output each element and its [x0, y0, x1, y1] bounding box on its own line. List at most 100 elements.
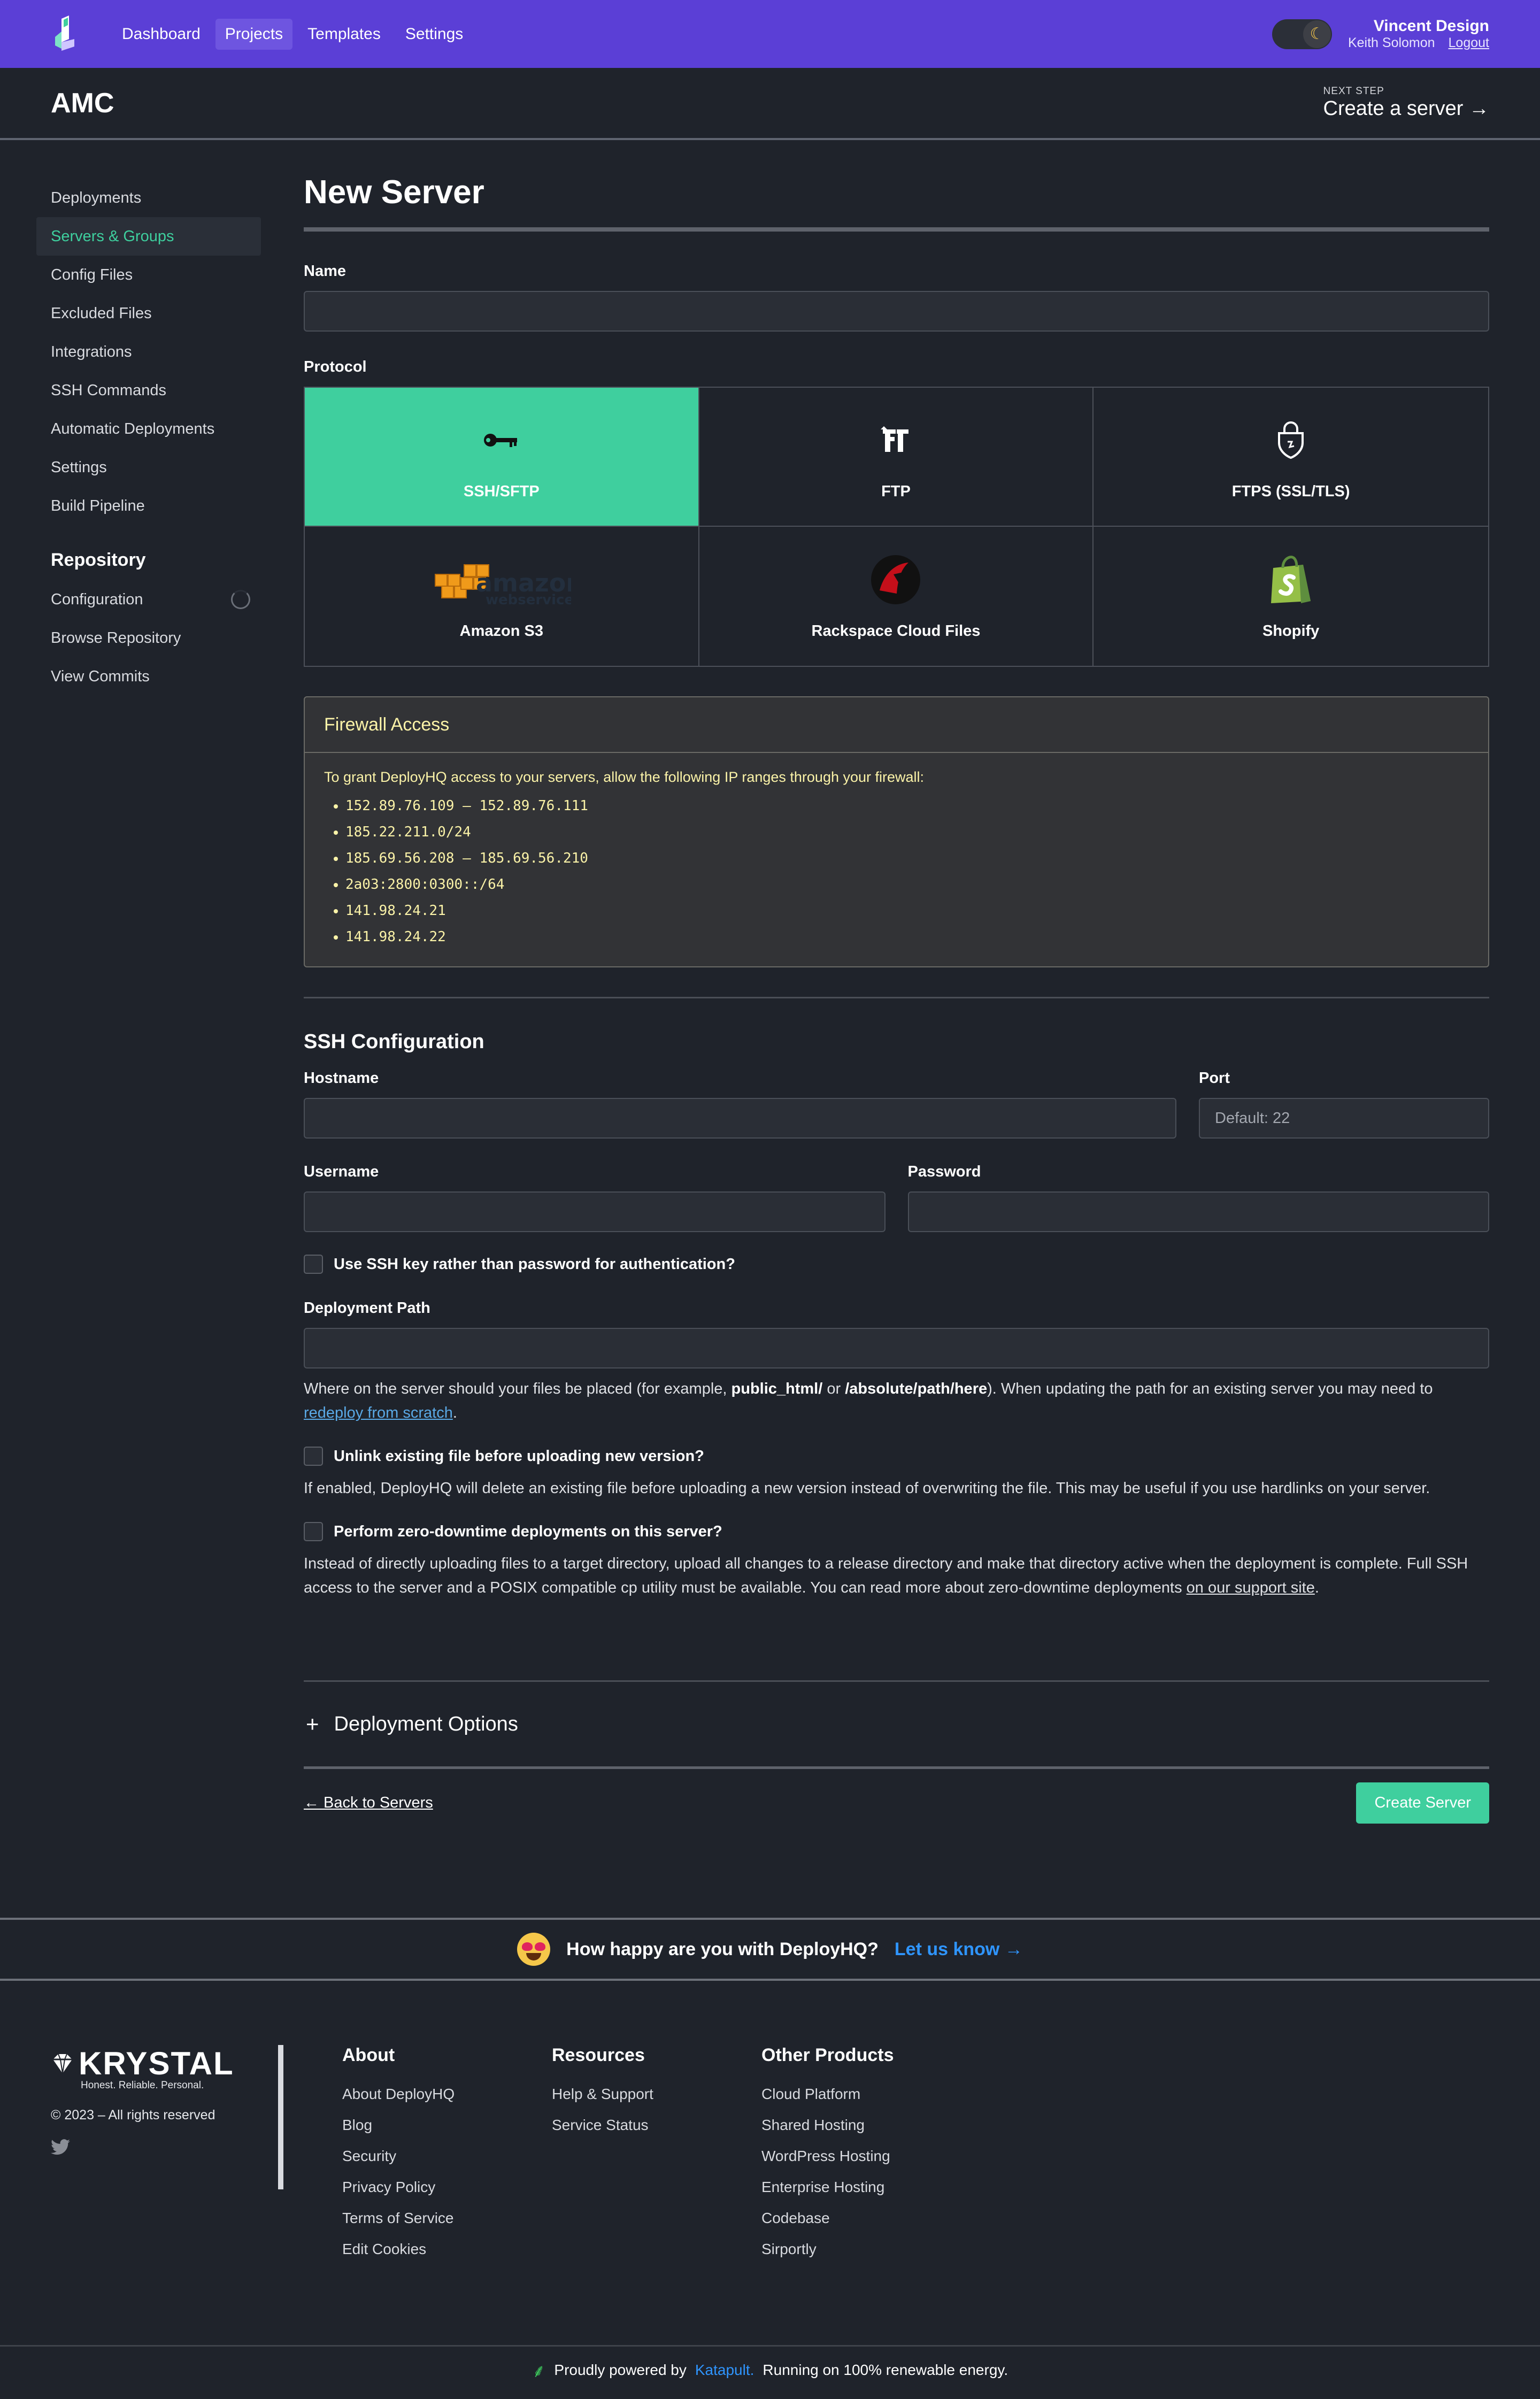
footer-link[interactable]: Blog	[342, 2110, 552, 2141]
footer-col-other-products: Other Products Cloud Platform Shared Hos…	[761, 2045, 971, 2345]
support-site-link[interactable]: on our support site	[1187, 1579, 1315, 1596]
zero-downtime-label: Perform zero-downtime deployments on thi…	[334, 1523, 722, 1540]
renewable-text: Running on 100% renewable energy.	[763, 2361, 1008, 2378]
redeploy-link[interactable]: redeploy from scratch	[304, 1404, 453, 1421]
protocol-amazon-s3[interactable]: amazon webservices Amazon S3	[305, 527, 699, 666]
brand-tagline: Honest. Reliable. Personal.	[81, 2080, 204, 2091]
name-label: Name	[304, 263, 346, 280]
dark-mode-toggle[interactable]: ☾	[1272, 19, 1332, 49]
account-name: Vincent Design	[1373, 17, 1489, 35]
nav-projects[interactable]: Projects	[215, 18, 293, 50]
footer-link[interactable]: Privacy Policy	[342, 2172, 552, 2203]
zero-downtime-checkbox[interactable]	[304, 1522, 323, 1541]
unlink-checkbox[interactable]	[304, 1447, 323, 1466]
protocol-label: Amazon S3	[459, 622, 543, 640]
user-line: Keith Solomon Logout	[1348, 35, 1489, 51]
footer-link[interactable]: Service Status	[552, 2110, 761, 2141]
password-input[interactable]	[907, 1191, 1489, 1232]
deployment-path-input[interactable]	[304, 1328, 1489, 1368]
footer-link[interactable]: Sirportly	[761, 2234, 971, 2265]
name-input[interactable]	[304, 291, 1489, 332]
protocol-rackspace[interactable]: Rackspace Cloud Files	[699, 527, 1094, 666]
sidebar-item-excluded-files[interactable]: Excluded Files	[36, 294, 261, 333]
shield-lock-icon	[1276, 413, 1306, 467]
section-divider	[304, 997, 1489, 998]
port-group: Port	[1199, 1070, 1489, 1139]
footer-link[interactable]: Enterprise Hosting	[761, 2172, 971, 2203]
back-to-servers-link[interactable]: ← Back to Servers	[304, 1794, 433, 1812]
footer-link[interactable]: WordPress Hosting	[761, 2141, 971, 2172]
sidebar-item-deployments[interactable]: Deployments	[36, 179, 261, 217]
krystal-logo[interactable]: KRYSTAL	[51, 2045, 278, 2082]
sidebar-item-settings[interactable]: Settings	[36, 448, 261, 487]
protocol-ftps[interactable]: FTPS (SSL/TLS)	[1094, 388, 1488, 527]
hostname-label: Hostname	[304, 1070, 379, 1087]
deployment-path-label: Deployment Path	[304, 1300, 430, 1317]
feedback-question: How happy are you with DeployHQ?	[566, 1939, 879, 1959]
main-nav: Dashboard Projects Templates Settings	[112, 18, 473, 50]
firewall-title: Firewall Access	[305, 697, 1488, 753]
help-example: public_html/	[731, 1380, 823, 1397]
ssh-config-title: SSH Configuration	[304, 1031, 484, 1053]
sidebar-item-configuration[interactable]: Configuration	[36, 580, 261, 619]
help-text: .	[1314, 1579, 1319, 1596]
sidebar-item-build-pipeline[interactable]: Build Pipeline	[36, 487, 261, 525]
katapult-link[interactable]: Katapult.	[695, 2362, 754, 2379]
firewall-intro: To grant DeployHQ access to your servers…	[324, 769, 925, 785]
feedback-bar: How happy are you with DeployHQ? Let us …	[0, 1918, 1540, 1981]
protocol-shopify[interactable]: Shopify	[1094, 527, 1488, 666]
footer-link[interactable]: Cloud Platform	[761, 2079, 971, 2110]
footer-link[interactable]: Codebase	[761, 2203, 971, 2234]
nav-settings[interactable]: Settings	[396, 19, 473, 50]
logout-link[interactable]: Logout	[1449, 35, 1489, 50]
footer-link[interactable]: About DeployHQ	[342, 2079, 552, 2110]
project-header: AMC NEXT STEP Create a server →	[0, 68, 1540, 140]
ssh-key-label: Use SSH key rather than password for aut…	[334, 1255, 735, 1273]
create-server-button[interactable]: Create Server	[1356, 1782, 1489, 1824]
deployment-options-toggle[interactable]: + Deployment Options	[304, 1680, 1489, 1769]
ssh-key-checkbox[interactable]	[304, 1255, 323, 1274]
nav-templates[interactable]: Templates	[298, 19, 390, 50]
port-input[interactable]	[1199, 1098, 1489, 1139]
footer-col-title: Resources	[552, 2045, 645, 2065]
sidebar-item-integrations[interactable]: Integrations	[36, 333, 261, 371]
footer-link[interactable]: Help & Support	[552, 2079, 761, 2110]
firewall-body: To grant DeployHQ access to your servers…	[305, 753, 1488, 966]
sidebar-item-ssh-commands[interactable]: SSH Commands	[36, 371, 261, 410]
footer-link[interactable]: Edit Cookies	[342, 2234, 552, 2265]
next-step: NEXT STEP Create a server →	[1323, 86, 1489, 120]
protocol-label: Shopify	[1262, 622, 1320, 640]
footer-link[interactable]: Security	[342, 2141, 552, 2172]
let-us-know-link[interactable]: Let us know →	[895, 1939, 1023, 1960]
sidebar-item-view-commits[interactable]: View Commits	[36, 657, 261, 696]
help-example: /absolute/path/here	[845, 1380, 988, 1397]
sidebar-item-automatic-deployments[interactable]: Automatic Deployments	[36, 410, 261, 448]
protocol-ftp[interactable]: FTP	[699, 388, 1094, 527]
plus-icon: +	[306, 1711, 319, 1736]
ssh-key-option[interactable]: Use SSH key rather than password for aut…	[304, 1255, 1489, 1274]
footer: KRYSTAL Honest. Reliable. Personal. © 20…	[0, 1981, 1540, 2345]
zero-downtime-option[interactable]: Perform zero-downtime deployments on thi…	[304, 1522, 1489, 1541]
twitter-icon[interactable]	[51, 2139, 278, 2159]
footer-link[interactable]: Shared Hosting	[761, 2110, 971, 2141]
hostname-group: Hostname	[304, 1070, 1176, 1139]
nav-dashboard[interactable]: Dashboard	[112, 19, 210, 50]
sidebar-item-servers-groups[interactable]: Servers & Groups	[36, 217, 261, 256]
hostname-input[interactable]	[304, 1098, 1176, 1139]
footer-link[interactable]: Terms of Service	[342, 2203, 552, 2234]
sidebar-item-config-files[interactable]: Config Files	[36, 256, 261, 294]
amazon-web-services-logo-icon: amazon webservices	[432, 553, 571, 606]
ip-range: 141.98.24.22	[345, 924, 1469, 950]
repository-heading: Repository	[51, 550, 146, 570]
top-nav: Dashboard Projects Templates Settings ☾ …	[0, 0, 1540, 68]
page-title: New Server	[304, 173, 1489, 232]
ftp-icon	[880, 413, 912, 467]
username-input[interactable]	[304, 1191, 886, 1232]
sidebar-item-browse-repository[interactable]: Browse Repository	[36, 619, 261, 657]
protocol-ssh-sftp[interactable]: SSH/SFTP	[305, 388, 699, 527]
unlink-option[interactable]: Unlink existing file before uploading ne…	[304, 1447, 1489, 1466]
next-step-link[interactable]: Create a server →	[1323, 97, 1489, 120]
password-label: Password	[907, 1163, 981, 1180]
deployhq-logo[interactable]	[51, 15, 83, 53]
user-name: Keith Solomon	[1348, 35, 1435, 50]
